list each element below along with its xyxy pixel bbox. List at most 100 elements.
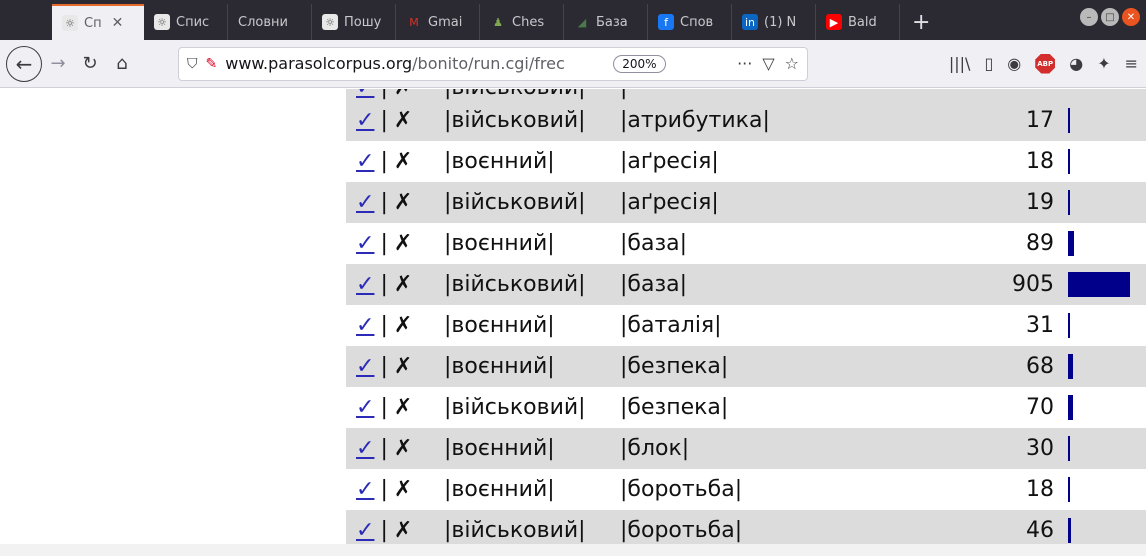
facebook-icon: f: [658, 14, 674, 30]
tab-0[interactable]: ☼ Сп ✕: [52, 4, 144, 40]
gmail-icon: M: [409, 15, 419, 29]
library-icon[interactable]: |||\: [949, 54, 971, 73]
sidebar-icon[interactable]: ▯: [984, 54, 993, 73]
home-button[interactable]: ⌂: [106, 48, 138, 80]
tab-1[interactable]: ☼ Спис: [144, 4, 228, 40]
separator: |: [380, 190, 388, 215]
tab-title: Пошу: [344, 14, 382, 30]
negative-filter-link[interactable]: ✗: [394, 272, 412, 297]
tab-2[interactable]: Словни: [228, 4, 312, 40]
frequency-cell: 19: [1026, 190, 1054, 215]
frequency-cell: 17: [1026, 108, 1054, 133]
positive-filter-link[interactable]: ✓: [356, 354, 374, 379]
word2-cell: |: [620, 89, 970, 100]
tab-9[interactable]: ▶ Bald: [816, 4, 900, 40]
row-actions: ✓|✗: [346, 477, 444, 502]
positive-filter-link[interactable]: ✓: [356, 272, 374, 297]
back-button[interactable]: ←: [6, 45, 42, 82]
row-actions: ✓|✗: [346, 231, 444, 256]
tab-3[interactable]: ☼ Пошу: [312, 4, 396, 40]
new-tab-button[interactable]: +: [900, 4, 942, 40]
positive-filter-link[interactable]: ✓: [356, 436, 374, 461]
reload-icon: ↻: [82, 53, 98, 74]
positive-filter-link[interactable]: ✓: [356, 149, 374, 174]
extensions-puzzle-icon[interactable]: ✦: [1097, 54, 1110, 73]
frequency-bar: [1068, 108, 1070, 133]
negative-filter-link[interactable]: ✗: [394, 518, 412, 543]
tab-title: Ches: [512, 14, 545, 30]
pocket-icon[interactable]: ▽: [762, 54, 774, 73]
close-window-button[interactable]: ✕: [1122, 8, 1140, 26]
tab-title: Сп: [84, 15, 102, 31]
frequency-cell: 905: [1012, 272, 1054, 297]
frequency-bar-cell: [1058, 141, 1146, 182]
word2-cell: |безпека|: [620, 395, 729, 420]
word1-cell: |воєнний|: [444, 354, 555, 379]
positive-filter-link[interactable]: ✓: [356, 477, 374, 502]
page-actions-icon[interactable]: ···: [737, 54, 752, 73]
navigation-bar: ← → ↻ ⌂ ⛉ ✎ www.parasolcorpus.org/bonito…: [0, 40, 1146, 88]
table-row: ✓ | ✗ |військовий| |безпека| 70: [346, 387, 1146, 428]
minimize-button[interactable]: –: [1080, 8, 1098, 26]
tab-7[interactable]: f Спов: [648, 4, 732, 40]
negative-filter-link[interactable]: ✗: [394, 108, 412, 133]
forward-button[interactable]: →: [42, 48, 74, 80]
row-actions: ✓|✗: [346, 190, 444, 215]
word2-cell: |боротьба|: [620, 477, 743, 502]
frequency-table: ✓|✗ |військовий| | ✓|✗|військовий||атриб…: [346, 89, 1146, 551]
positive-filter-link[interactable]: ✓: [356, 89, 374, 100]
adblock-icon[interactable]: ABP: [1035, 53, 1056, 74]
tab-8[interactable]: in (1) N: [732, 4, 816, 40]
tab-5[interactable]: ♟ Ches: [480, 4, 564, 40]
negative-filter-link[interactable]: ✗: [394, 190, 412, 215]
word2-cell: |атрибутика|: [620, 108, 770, 133]
insecure-connection-icon[interactable]: ✎: [206, 56, 218, 72]
positive-filter-link[interactable]: ✓: [356, 313, 374, 338]
bookmark-star-icon[interactable]: ☆: [785, 54, 799, 73]
positive-filter-link[interactable]: ✓: [356, 190, 374, 215]
word2-cell: |база|: [620, 231, 688, 256]
word1-cell: |військовий|: [444, 272, 586, 297]
zoom-level-button[interactable]: 200%: [613, 54, 666, 73]
table-row: ✓ | ✗ |військовий| |аґресія| 19: [346, 182, 1146, 223]
frequency-bar: [1068, 518, 1071, 543]
window-controls: – □ ✕: [1080, 8, 1140, 26]
positive-filter-link[interactable]: ✓: [356, 395, 374, 420]
negative-filter-link[interactable]: ✗: [394, 231, 412, 256]
frequency-bar-cell: [1058, 182, 1146, 223]
word2-cell: |боротьба|: [620, 518, 743, 543]
menu-hamburger-icon[interactable]: ≡: [1125, 54, 1138, 73]
row-actions: ✓|✗: [346, 313, 444, 338]
negative-filter-link[interactable]: ✗: [394, 89, 412, 100]
url-bar[interactable]: ⛉ ✎ www.parasolcorpus.org/bonito/run.cgi…: [178, 46, 808, 81]
tab-4[interactable]: M Gmai: [396, 4, 480, 40]
account-icon[interactable]: ◉: [1007, 54, 1021, 73]
word1-cell: |військовий|: [444, 518, 586, 543]
negative-filter-link[interactable]: ✗: [394, 354, 412, 379]
maximize-button[interactable]: □: [1101, 8, 1119, 26]
negative-filter-link[interactable]: ✗: [394, 477, 412, 502]
negative-filter-link[interactable]: ✗: [394, 395, 412, 420]
extension-icon[interactable]: ◕: [1069, 54, 1083, 73]
word1-cell: |воєнний|: [444, 231, 555, 256]
url-text[interactable]: www.parasolcorpus.org/bonito/run.cgi/fre…: [225, 54, 605, 73]
positive-filter-link[interactable]: ✓: [356, 108, 374, 133]
frequency-bar: [1068, 190, 1070, 215]
shield-icon[interactable]: ⛉: [187, 56, 198, 72]
separator: |: [380, 231, 388, 256]
negative-filter-link[interactable]: ✗: [394, 149, 412, 174]
table-row: ✓ | ✗ |воєнний| |боротьба| 18: [346, 469, 1146, 510]
url-actions: ··· ▽ ☆: [737, 54, 799, 73]
word2-cell: |блок|: [620, 436, 690, 461]
frequency-bar-cell: [1058, 100, 1146, 141]
negative-filter-link[interactable]: ✗: [394, 313, 412, 338]
frequency-bar: [1068, 477, 1070, 502]
negative-filter-link[interactable]: ✗: [394, 436, 412, 461]
tab-6[interactable]: ◢ База: [564, 4, 648, 40]
positive-filter-link[interactable]: ✓: [356, 518, 374, 543]
close-tab-icon[interactable]: ✕: [112, 15, 124, 31]
word1-cell: |воєнний|: [444, 477, 555, 502]
positive-filter-link[interactable]: ✓: [356, 231, 374, 256]
frequency-cell: 68: [1026, 354, 1054, 379]
reload-button[interactable]: ↻: [74, 48, 106, 80]
